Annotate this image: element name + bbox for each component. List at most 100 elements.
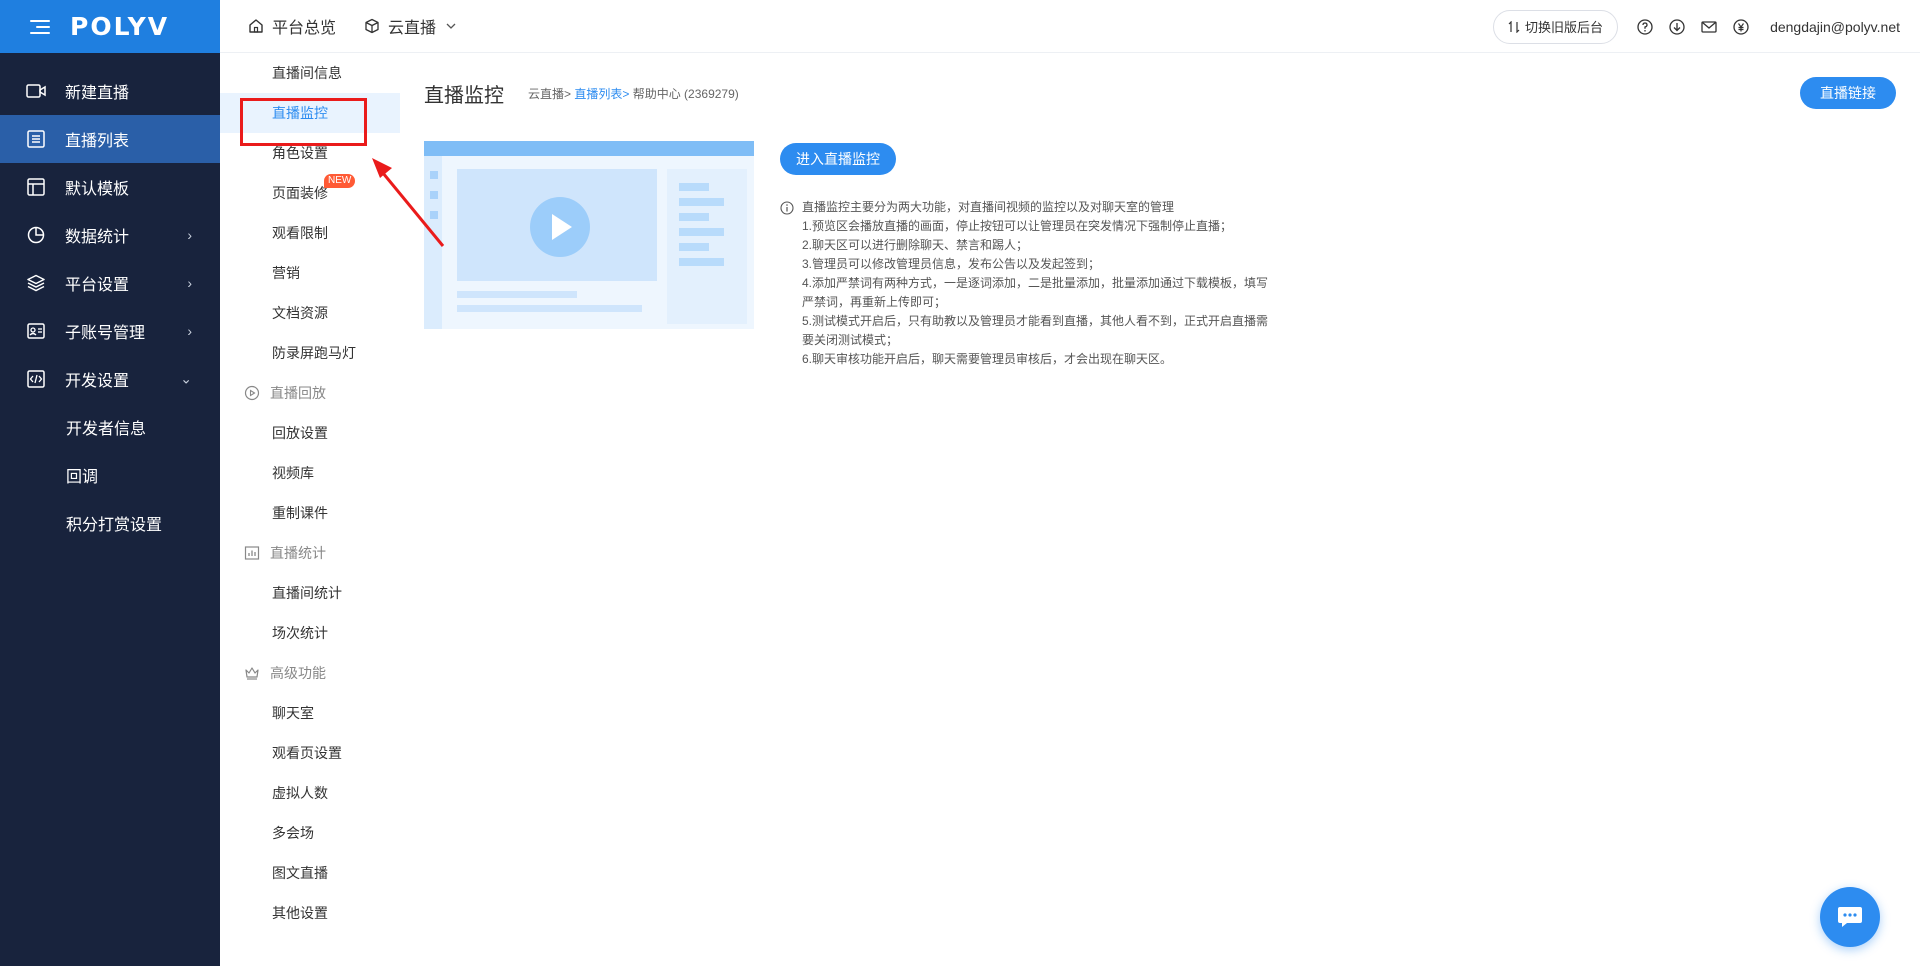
main-sidebar: POLYV 新建直播 直播列表 默认模板 数据统计 › 平台设置 › 子账号管理…: [0, 0, 220, 966]
menu-document-resources[interactable]: 文档资源: [220, 293, 400, 333]
crown-icon: [245, 667, 259, 680]
logo[interactable]: POLYV: [70, 12, 169, 41]
description-title: 直播监控主要分为两大功能，对直播间视频的监控以及对聊天室的管理: [802, 200, 1175, 214]
chevron-down-icon: ⌄: [180, 370, 192, 387]
list-icon: [25, 128, 47, 150]
menu-multi-venue[interactable]: 多会场: [220, 813, 400, 853]
chevron-right-icon: ›: [187, 323, 192, 339]
cube-icon: [365, 18, 379, 34]
sidebar-item-dev-settings[interactable]: 开发设置 ⌄: [0, 355, 220, 403]
description-line: 6.聊天审核功能开启后，聊天需要管理员审核后，才会出现在聊天区。: [802, 352, 1173, 366]
menu-live-room-info[interactable]: 直播间信息: [220, 53, 400, 93]
breadcrumb: 云直播> 直播列表> 帮助中心 (2369279): [528, 85, 739, 102]
nav-platform-overview[interactable]: 平台总览: [248, 14, 336, 38]
sidebar-item-live-list[interactable]: 直播列表: [0, 115, 220, 163]
live-settings-menu: 直播间信息 直播监控 角色设置 页面装修 NEW 观看限制 营销 文档资源 防录…: [220, 53, 400, 966]
logo-bar: POLYV: [0, 0, 220, 53]
sidebar-nav: 新建直播 直播列表 默认模板 数据统计 › 平台设置 › 子账号管理 › 开发设…: [0, 67, 220, 547]
menu-virtual-viewers[interactable]: 虚拟人数: [220, 773, 400, 813]
menu-toggle-icon[interactable]: [30, 19, 50, 35]
menu-group-playback-label: 直播回放: [270, 385, 326, 401]
id-card-icon: [25, 320, 47, 342]
description-line: 5.测试模式开启后，只有助教以及管理员才能看到直播，其他人看不到，正式开启直播需…: [802, 314, 1269, 347]
menu-session-stats[interactable]: 场次统计: [220, 613, 400, 653]
menu-video-library[interactable]: 视频库: [220, 453, 400, 493]
sidebar-subitem-developer-info[interactable]: 开发者信息: [0, 403, 220, 451]
playback-icon: [244, 385, 260, 401]
menu-page-decoration[interactable]: 页面装修 NEW: [220, 173, 400, 213]
code-icon: [25, 368, 47, 390]
menu-group-stats: 直播统计: [220, 533, 400, 573]
mail-icon[interactable]: [1700, 18, 1718, 36]
sidebar-item-new-live[interactable]: 新建直播: [0, 67, 220, 115]
sidebar-item-data-stats[interactable]: 数据统计 ›: [0, 211, 220, 259]
menu-playback-settings[interactable]: 回放设置: [220, 413, 400, 453]
sidebar-item-platform-settings[interactable]: 平台设置 ›: [0, 259, 220, 307]
info-icon: [780, 200, 794, 215]
switch-old-console-button[interactable]: 切换旧版后台: [1493, 9, 1619, 44]
menu-group-stats-label: 直播统计: [270, 545, 326, 561]
sidebar-item-label: 直播列表: [65, 133, 130, 150]
sidebar-item-subaccount[interactable]: 子账号管理 ›: [0, 307, 220, 355]
chevron-down-icon: [446, 23, 456, 29]
menu-remake-courseware[interactable]: 重制课件: [220, 493, 400, 533]
platform-overview-label: 平台总览: [272, 20, 337, 37]
help-icon[interactable]: [1636, 18, 1654, 36]
description-lines: 1.预览区会播放直播的画面，停止按钮可以让管理员在突发情况下强制停止直播； 2.…: [780, 217, 1270, 369]
menu-live-room-stats[interactable]: 直播间统计: [220, 573, 400, 613]
header-actions: 切换旧版后台 dengdajin@polyv.net: [1493, 0, 1900, 53]
sidebar-item-label: 数据统计: [65, 229, 130, 246]
chevron-right-icon: ›: [187, 275, 192, 291]
chevron-right-icon: ›: [187, 227, 192, 243]
monitor-illustration: [424, 141, 754, 329]
menu-anti-recording-marquee[interactable]: 防录屏跑马灯: [220, 333, 400, 373]
sidebar-item-label: 默认模板: [65, 181, 130, 198]
live-link-button[interactable]: 直播链接: [1800, 77, 1896, 109]
new-badge: NEW: [324, 174, 356, 188]
menu-watch-page-settings[interactable]: 观看页设置: [220, 733, 400, 773]
menu-graphic-live[interactable]: 图文直播: [220, 853, 400, 893]
user-account-menu[interactable]: dengdajin@polyv.net: [1770, 19, 1900, 35]
sidebar-item-label: 开发设置: [65, 373, 130, 390]
sidebar-item-label: 子账号管理: [65, 325, 146, 342]
breadcrumb-current: 帮助中心 (2369279): [632, 87, 739, 101]
home-icon: [249, 19, 263, 33]
menu-watch-restrictions[interactable]: 观看限制: [220, 213, 400, 253]
page-title: 直播监控: [424, 85, 504, 107]
description-line: 1.预览区会播放直播的画面，停止按钮可以让管理员在突发情况下强制停止直播；: [802, 219, 1233, 233]
bar-chart-icon: [244, 546, 260, 560]
annotation-highlight-box: [240, 98, 367, 146]
sidebar-subitem-callback[interactable]: 回调: [0, 451, 220, 499]
menu-page-decoration-label: 页面装修: [272, 185, 328, 201]
breadcrumb-cloud-live[interactable]: 云直播>: [528, 87, 571, 101]
switch-old-console-label: 切换旧版后台: [1525, 20, 1604, 35]
menu-group-advanced-label: 高级功能: [270, 665, 326, 681]
pie-chart-icon: [25, 224, 47, 246]
chat-bubble-icon: [1838, 907, 1862, 927]
sidebar-item-default-template[interactable]: 默认模板: [0, 163, 220, 211]
description-line: 3.管理员可以修改管理员信息，发布公告以及发起签到；: [802, 257, 1101, 271]
sidebar-subitem-points-reward[interactable]: 积分打赏设置: [0, 499, 220, 547]
menu-chat-room[interactable]: 聊天室: [220, 693, 400, 733]
menu-other-settings[interactable]: 其他设置: [220, 893, 400, 933]
monitor-description: 直播监控主要分为两大功能，对直播间视频的监控以及对聊天室的管理 1.预览区会播放…: [780, 198, 1270, 369]
nav-cloud-live-dropdown[interactable]: 云直播: [364, 14, 456, 38]
menu-group-advanced: 高级功能: [220, 653, 400, 693]
template-icon: [25, 176, 47, 198]
breadcrumb-live-list[interactable]: 直播列表>: [574, 87, 629, 101]
sidebar-item-label: 平台设置: [65, 277, 130, 294]
top-header: 平台总览 云直播 切换旧版后台 dengdajin@polyv.net: [220, 0, 1920, 53]
menu-group-playback: 直播回放: [220, 373, 400, 413]
swap-icon: [1508, 20, 1520, 33]
chat-support-button[interactable]: [1820, 887, 1880, 947]
billing-icon[interactable]: [1732, 18, 1750, 36]
main-content: 直播监控 云直播> 直播列表> 帮助中心 (2369279) 直播链接 进入直播…: [400, 53, 1920, 966]
menu-marketing[interactable]: 营销: [220, 253, 400, 293]
description-header: 直播监控主要分为两大功能，对直播间视频的监控以及对聊天室的管理: [780, 198, 1270, 217]
description-line: 2.聊天区可以进行删除聊天、禁言和踢人；: [802, 238, 1029, 252]
description-line: 4.添加严禁词有两种方式，一是逐词添加，二是批量添加，批量添加通过下载模板，填写…: [802, 276, 1269, 309]
video-camera-icon: [25, 80, 47, 102]
enter-live-monitor-button[interactable]: 进入直播监控: [780, 143, 896, 175]
download-icon[interactable]: [1668, 18, 1686, 36]
layers-icon: [25, 272, 47, 294]
